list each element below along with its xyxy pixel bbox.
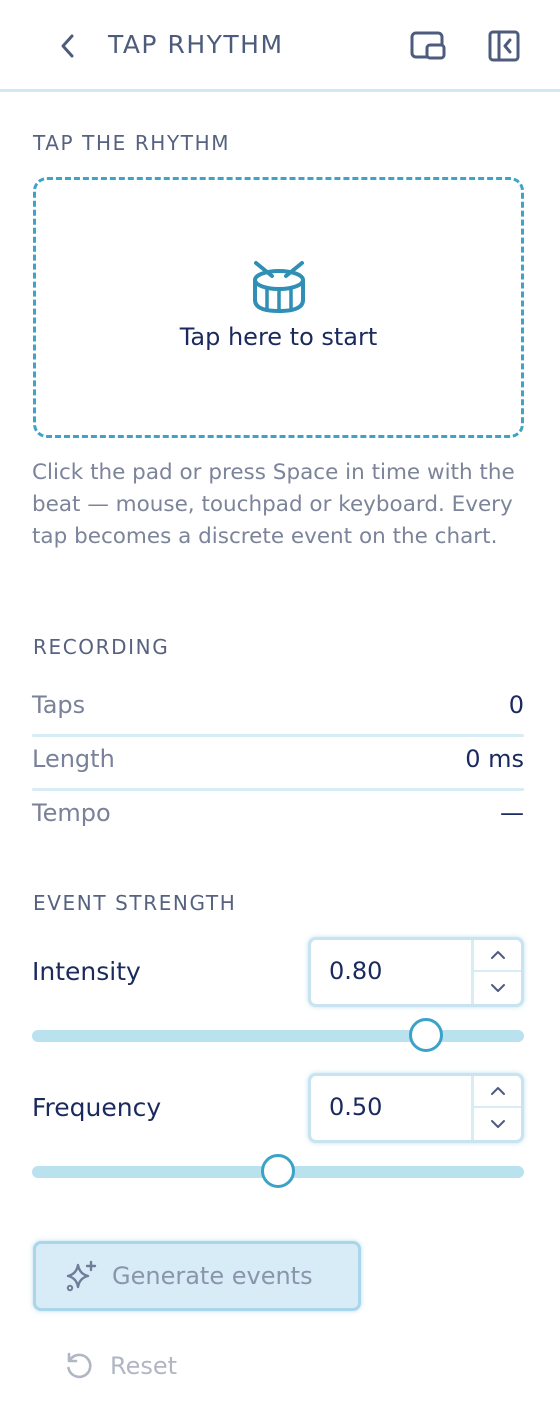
stat-row-taps: Taps 0 bbox=[32, 683, 524, 737]
frequency-increment-button[interactable] bbox=[474, 1076, 521, 1108]
stat-label: Taps bbox=[32, 691, 86, 719]
intensity-label: Intensity bbox=[32, 957, 141, 986]
stat-value: 0 ms bbox=[465, 745, 524, 773]
sparkles-icon bbox=[64, 1259, 98, 1293]
chevron-down-icon bbox=[490, 984, 505, 992]
stat-label: Length bbox=[32, 745, 115, 773]
collapse-panel-icon bbox=[488, 30, 520, 62]
stepper-arrows bbox=[471, 1076, 521, 1140]
event-strength-section-label: EVENT STRENGTH bbox=[33, 891, 237, 915]
picture-in-picture-icon bbox=[410, 31, 446, 60]
panel-header: TAP RHYTHM bbox=[0, 0, 560, 92]
chevron-down-icon bbox=[490, 1120, 505, 1128]
panel-title: TAP RHYTHM bbox=[108, 30, 284, 59]
tap-pad-label: Tap here to start bbox=[179, 322, 378, 351]
chevron-left-icon bbox=[61, 34, 74, 58]
generate-events-button[interactable]: Generate events bbox=[33, 1241, 361, 1311]
intensity-decrement-button[interactable] bbox=[474, 972, 521, 1004]
stat-row-tempo: Tempo — bbox=[32, 791, 524, 845]
drum-icon bbox=[250, 259, 308, 317]
stat-value: — bbox=[500, 799, 524, 827]
frequency-slider-handle[interactable] bbox=[261, 1154, 295, 1188]
stat-label: Tempo bbox=[32, 799, 111, 827]
frequency-stepper[interactable]: 0.50 bbox=[308, 1073, 524, 1143]
tap-section-label: TAP THE RHYTHM bbox=[33, 131, 231, 155]
tap-pad[interactable]: Tap here to start bbox=[33, 177, 524, 438]
reset-label: Reset bbox=[110, 1352, 178, 1380]
frequency-label: Frequency bbox=[32, 1093, 162, 1122]
frequency-slider[interactable] bbox=[32, 1154, 524, 1188]
tap-help-text: Click the pad or press Space in time wit… bbox=[32, 460, 515, 549]
reset-button[interactable]: Reset bbox=[64, 1346, 177, 1386]
chevron-up-icon bbox=[490, 951, 505, 959]
frequency-decrement-button[interactable] bbox=[474, 1108, 521, 1140]
frequency-value[interactable]: 0.50 bbox=[329, 1093, 382, 1121]
collapse-panel-button[interactable] bbox=[484, 26, 524, 66]
picture-in-picture-button[interactable] bbox=[408, 26, 448, 66]
stat-value: 0 bbox=[508, 691, 524, 719]
back-button[interactable] bbox=[52, 28, 84, 64]
stepper-arrows bbox=[471, 940, 521, 1004]
stat-row-length: Length 0 ms bbox=[32, 737, 524, 791]
intensity-slider[interactable] bbox=[32, 1018, 524, 1052]
reset-icon bbox=[67, 1352, 92, 1379]
intensity-value[interactable]: 0.80 bbox=[329, 957, 382, 985]
intensity-increment-button[interactable] bbox=[474, 940, 521, 972]
generate-events-label: Generate events bbox=[112, 1262, 313, 1290]
chevron-up-icon bbox=[490, 1087, 505, 1095]
intensity-stepper[interactable]: 0.80 bbox=[308, 937, 524, 1007]
intensity-slider-handle[interactable] bbox=[409, 1018, 443, 1052]
recording-section-label: RECORDING bbox=[33, 635, 170, 659]
